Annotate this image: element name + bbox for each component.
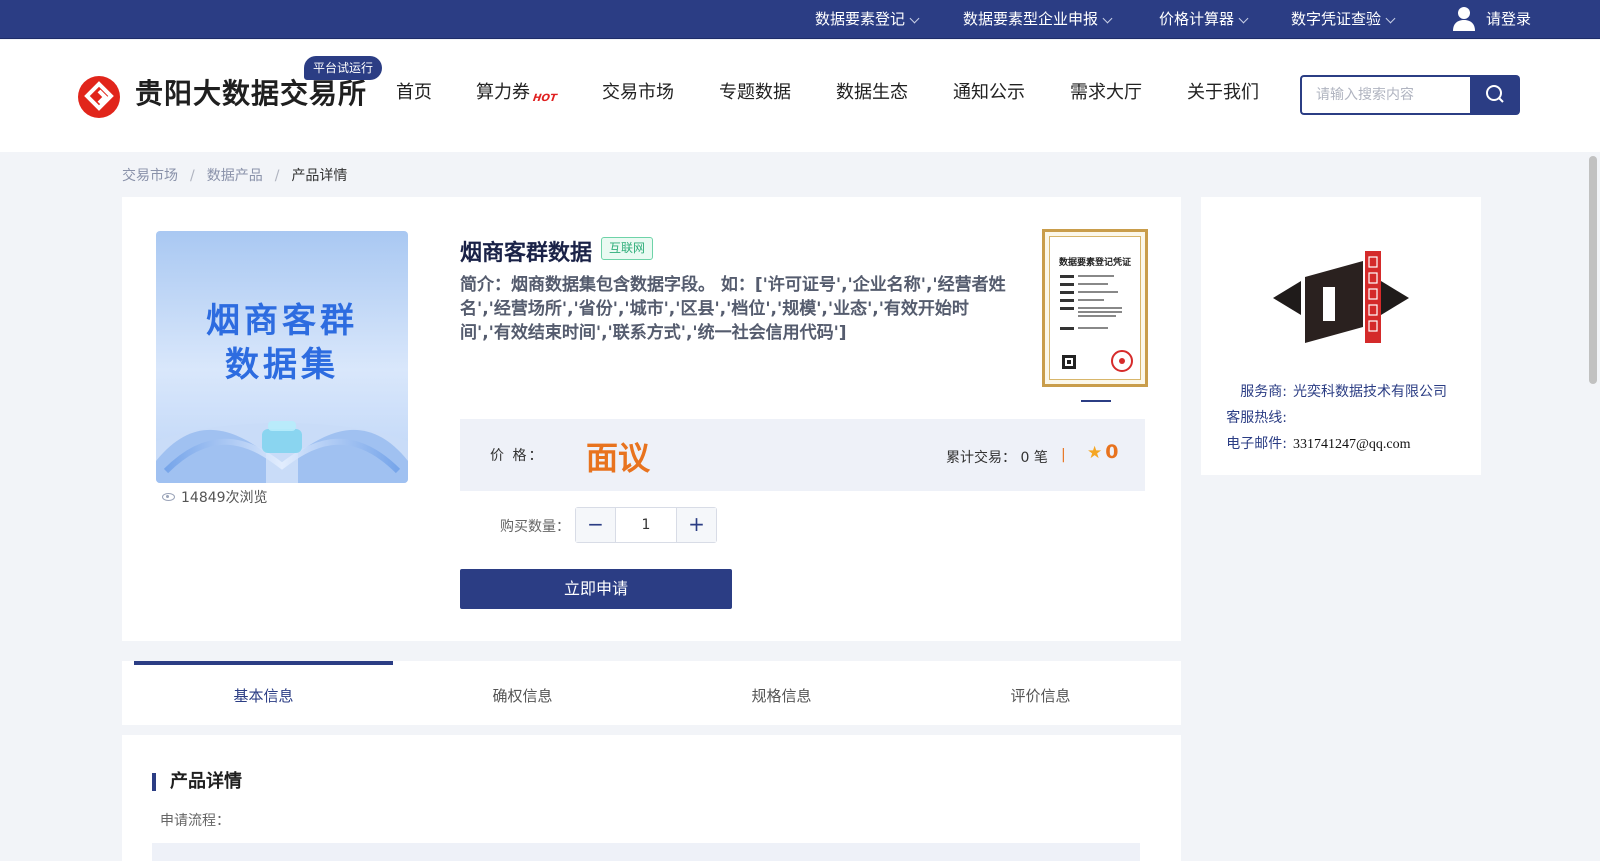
- top-bar: 数据要素登记 数据要素型企业申报 价格计算器 数字凭证查验 请登录: [0, 0, 1600, 39]
- product-card: 烟商客群 数据集 14849次浏览 烟商客群数据 互联网 简介：烟商数据集包含数…: [122, 197, 1181, 641]
- chevron-down-icon: [909, 13, 920, 24]
- topbar-item-data-registration[interactable]: 数据要素登记: [815, 0, 920, 39]
- breadcrumb-data-products[interactable]: 数据产品: [207, 168, 263, 184]
- product-image-text-2: 数据集: [225, 345, 339, 385]
- certificate-indicator: [1081, 400, 1111, 402]
- cumulative-trades: 累计交易： 0 笔: [946, 450, 1048, 466]
- apply-now-button[interactable]: 立即申请: [460, 569, 732, 609]
- nav-demand-hall[interactable]: 需求大厅: [1070, 80, 1142, 106]
- tab-basic-info[interactable]: 基本信息: [134, 661, 393, 725]
- nav-trading-market[interactable]: 交易市场: [602, 80, 674, 106]
- product-image: 烟商客群 数据集: [156, 231, 408, 483]
- product-title: 烟商客群数据: [460, 241, 593, 266]
- topbar-item-certificate-check[interactable]: 数字凭证查验: [1291, 0, 1396, 39]
- quantity-decrease-button[interactable]: −: [576, 508, 616, 542]
- tab-rights-info[interactable]: 确权信息: [393, 661, 652, 725]
- email-value: 331741247@qq.com: [1293, 437, 1411, 452]
- view-count: 14849次浏览: [162, 487, 268, 507]
- tab-review-info[interactable]: 评价信息: [911, 661, 1170, 725]
- hotline-row: 客服热线:: [1226, 410, 1287, 426]
- trial-badge: 平台试运行: [304, 56, 383, 80]
- price-value: 面议: [586, 439, 651, 477]
- rating: ★ 0: [1087, 441, 1118, 463]
- certificate-content-icon: [1060, 275, 1133, 372]
- chevron-down-icon: [1238, 13, 1249, 24]
- provider-logo-icon[interactable]: [1271, 243, 1411, 353]
- category-tag: 互联网: [601, 237, 654, 260]
- product-detail-section: 产品详情 申请流程：: [122, 735, 1181, 861]
- nav-notices[interactable]: 通知公示: [953, 80, 1025, 106]
- section-title: 产品详情: [152, 773, 242, 791]
- divider: |: [1061, 447, 1066, 463]
- nav-topic-data[interactable]: 专题数据: [719, 80, 791, 106]
- product-image-text-1: 烟商客群: [206, 301, 358, 341]
- apply-process-panel: [152, 843, 1140, 861]
- quantity-label: 购买数量：: [500, 519, 570, 535]
- rating-value: 0: [1105, 441, 1119, 463]
- main-header: 贵阳大数据交易所 平台试运行 首页 算力券 HOT 交易市场 专题数据 数据生态…: [0, 40, 1600, 152]
- nav-home[interactable]: 首页: [396, 80, 432, 106]
- trades-count: 0: [1020, 450, 1030, 466]
- quantity-input[interactable]: 1: [617, 508, 675, 542]
- star-icon: ★: [1087, 443, 1103, 463]
- topbar-item-price-calculator[interactable]: 价格计算器: [1159, 0, 1249, 39]
- email-row: 电子邮件: 331741247@qq.com: [1226, 436, 1411, 452]
- quantity-increase-button[interactable]: +: [676, 508, 716, 542]
- provider-card: 服务商: 光奕科数据技术有限公司 客服热线: 电子邮件: 331741247@qq.…: [1201, 197, 1481, 475]
- breadcrumb-trading-market[interactable]: 交易市场: [122, 168, 178, 184]
- breadcrumb: 交易市场 / 数据产品 / 产品详情: [122, 168, 348, 184]
- user-icon[interactable]: [1452, 6, 1476, 32]
- detail-tabs: 基本信息 确权信息 规格信息 评价信息: [122, 661, 1181, 725]
- eye-icon: [162, 493, 175, 501]
- exchange-logo-icon[interactable]: [78, 76, 120, 118]
- certificate-title: 数据要素登记凭证: [1058, 258, 1131, 268]
- login-link[interactable]: 请登录: [1486, 0, 1531, 39]
- search-input[interactable]: [1300, 75, 1471, 115]
- nav-about-us[interactable]: 关于我们: [1187, 80, 1259, 106]
- search-button[interactable]: [1470, 75, 1520, 115]
- tab-spec-info[interactable]: 规格信息: [652, 661, 911, 725]
- nav-compute-voucher[interactable]: 算力券: [476, 80, 530, 106]
- price-label: 价 格：: [490, 448, 545, 464]
- chevron-down-icon: [1385, 13, 1396, 24]
- service-provider-link[interactable]: 光奕科数据技术有限公司: [1293, 384, 1447, 400]
- nav-data-ecology[interactable]: 数据生态: [836, 80, 908, 106]
- service-provider-row: 服务商: 光奕科数据技术有限公司: [1240, 384, 1447, 400]
- breadcrumb-current: 产品详情: [291, 168, 348, 184]
- search-icon: [1486, 85, 1504, 103]
- hot-badge: HOT: [532, 93, 558, 104]
- price-panel: 价 格： 面议 累计交易： 0 笔 | ★ 0: [460, 419, 1145, 491]
- registration-certificate[interactable]: 数据要素登记凭证: [1042, 229, 1148, 387]
- apply-process-label: 申请流程：: [160, 813, 230, 829]
- quantity-stepper: − 1 +: [575, 507, 717, 543]
- chevron-down-icon: [1102, 13, 1113, 24]
- topbar-item-enterprise-declare[interactable]: 数据要素型企业申报: [963, 0, 1113, 39]
- product-description: 简介：烟商数据集包含数据字段。 如：['许可证号','企业名称','经营者姓名'…: [460, 275, 1006, 343]
- page-scrollbar[interactable]: [1589, 156, 1597, 384]
